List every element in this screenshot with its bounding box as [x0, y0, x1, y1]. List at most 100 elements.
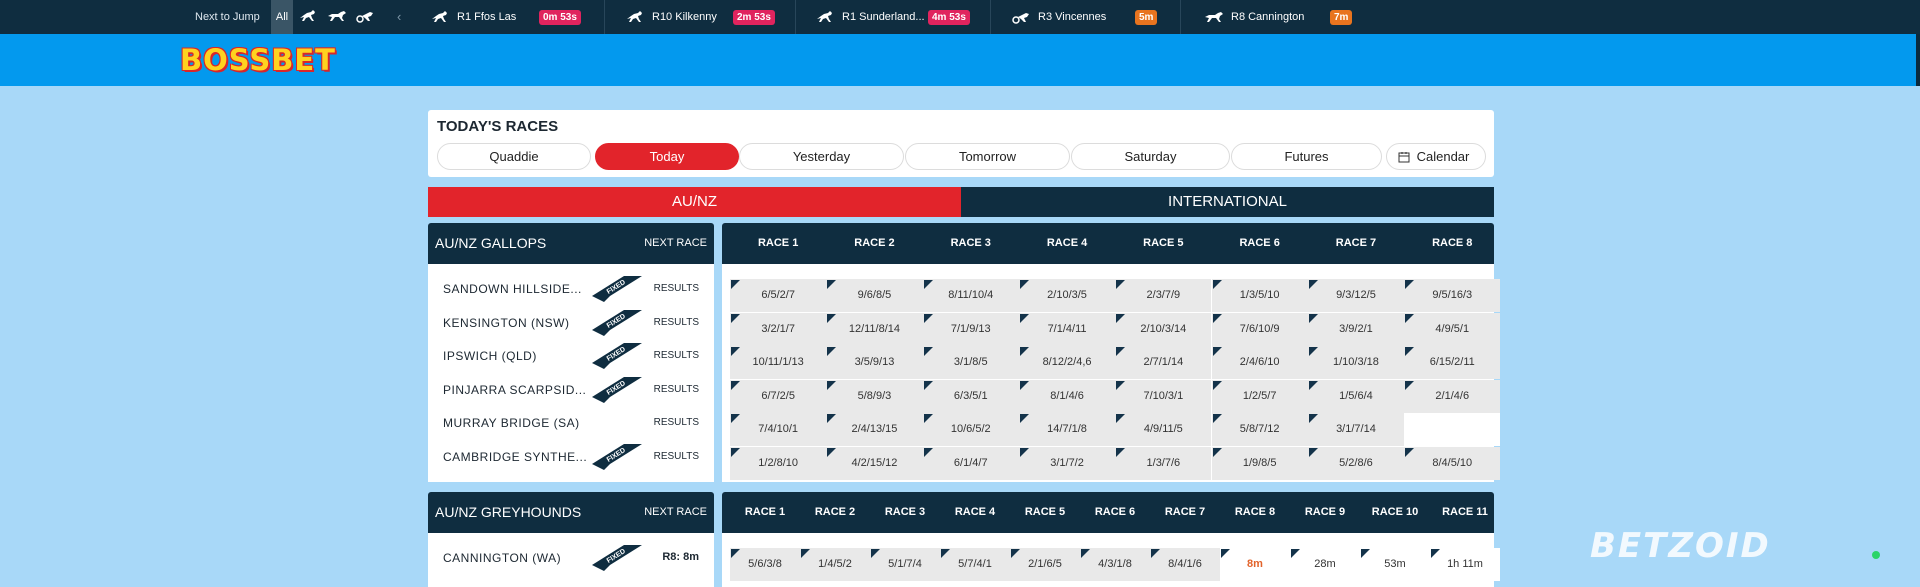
race-result-cell[interactable]: 2/10/3/5 [1018, 279, 1116, 312]
race-result-cell[interactable]: 8/4/1/6 [1150, 548, 1220, 581]
meeting-name[interactable]: KENSINGTON (NSW) [443, 316, 569, 330]
tab-aunz[interactable]: AU/NZ [428, 187, 961, 217]
race-result-cell[interactable]: 5/2/8/6 [1307, 446, 1405, 480]
race-result-cell[interactable]: 1/4/5/2 [800, 548, 870, 581]
race-result-cell[interactable]: 14/7/1/8 [1018, 413, 1116, 446]
meeting-row[interactable]: MURRAY BRIDGE (SA) RESULTS [428, 405, 713, 439]
tab-yesterday[interactable]: Yesterday [739, 143, 904, 170]
race-result-cell[interactable]: 3/1/8/5 [922, 346, 1019, 379]
meeting-name[interactable]: CAMBRIDGE SYNTHE... [443, 450, 587, 464]
race-result-cell[interactable]: 1/10/3/18 [1307, 346, 1405, 379]
meeting-name[interactable]: CANNINGTON (WA) [443, 551, 561, 565]
race-result-cell[interactable]: 7/1/9/13 [922, 312, 1019, 346]
meeting-status[interactable]: RESULTS [654, 451, 699, 462]
race-result-cell[interactable]: 2/1/4/6 [1404, 379, 1501, 413]
tab-saturday[interactable]: Saturday [1071, 143, 1230, 170]
race-result-cell[interactable]: 1/9/8/5 [1211, 446, 1308, 480]
race-result-cell[interactable]: 8/11/10/4 [922, 279, 1019, 312]
meeting-row[interactable]: IPSWICH (QLD) FIXED RESULTS [428, 338, 713, 372]
meeting-status[interactable]: R8: 8m [662, 551, 699, 563]
race-result-cell[interactable]: 5/8/7/12 [1211, 413, 1308, 446]
race-result-cell[interactable]: 9/3/12/5 [1307, 279, 1405, 312]
race-result-cell[interactable]: 3/1/7/2 [1018, 446, 1116, 480]
race-result-cell[interactable]: 7/10/3/1 [1115, 379, 1212, 413]
ntj-race-item[interactable]: R10 Kilkenny [625, 0, 717, 34]
race-result-cell[interactable]: 1/2/5/7 [1211, 379, 1308, 413]
race-result-cell[interactable]: 6/15/2/11 [1404, 346, 1501, 379]
race-result-cell[interactable]: 4/9/5/1 [1404, 312, 1501, 346]
meeting-name[interactable]: SANDOWN HILLSIDE... [443, 282, 582, 296]
race-result-cell[interactable]: 9/6/8/5 [826, 279, 923, 312]
greyhounds-filter-icon[interactable] [327, 9, 347, 23]
race-result-cell[interactable]: 3/5/9/13 [826, 346, 923, 379]
race-result-cell[interactable]: 7/6/10/9 [1211, 312, 1308, 346]
race-result-cell[interactable]: 53m [1360, 548, 1430, 581]
race-result-cell[interactable]: 8/12/2/4,6 [1018, 346, 1116, 379]
race-result-cell[interactable]: 9/5/16/3 [1404, 279, 1501, 312]
race-result-cell[interactable]: 12/11/8/14 [826, 312, 923, 346]
race-result-cell[interactable]: 2/3/7/9 [1115, 279, 1212, 312]
tab-calendar[interactable]: Calendar [1386, 143, 1486, 170]
race-result-cell[interactable]: 5/1/7/4 [870, 548, 940, 581]
race-result-cell[interactable]: 7/4/10/1 [730, 413, 827, 446]
ntj-race-item[interactable]: R3 Vincennes [1011, 0, 1106, 34]
ntj-race-item[interactable]: R1 Ffos Las [430, 0, 516, 34]
race-result-cell[interactable]: 4/9/11/5 [1115, 413, 1212, 446]
meeting-row[interactable]: CAMBRIDGE SYNTHE... FIXED RESULTS [428, 439, 713, 473]
race-result-cell[interactable]: 1/3/7/6 [1115, 446, 1212, 480]
meeting-status[interactable]: RESULTS [654, 417, 699, 428]
race-result-cell[interactable]: 5/8/9/3 [826, 379, 923, 413]
chevron-left-icon[interactable]: ‹ [397, 9, 401, 24]
meeting-name[interactable]: MURRAY BRIDGE (SA) [443, 416, 580, 430]
race-result-cell[interactable]: 10/6/5/2 [922, 413, 1019, 446]
ntj-race-item[interactable]: R8 Cannington [1204, 0, 1304, 34]
meeting-row[interactable]: KENSINGTON (NSW) FIXED RESULTS [428, 305, 713, 339]
race-result-cell[interactable]: 1/2/8/10 [730, 446, 827, 480]
race-result-cell[interactable]: 5/6/3/8 [730, 548, 800, 581]
race-result-cell[interactable]: 8/1/4/6 [1018, 379, 1116, 413]
race-result-cell[interactable]: 6/3/5/1 [922, 379, 1019, 413]
race-result-cell[interactable]: 2/4/6/10 [1211, 346, 1308, 379]
tab-today[interactable]: Today [595, 143, 739, 170]
meeting-status[interactable]: RESULTS [654, 317, 699, 328]
race-result-cell[interactable]: 2/7/1/14 [1115, 346, 1212, 379]
tab-quaddie[interactable]: Quaddie [437, 143, 591, 170]
race-result-cell[interactable]: 2/10/3/14 [1115, 312, 1212, 346]
race-result-cell[interactable]: 1h 11m [1430, 548, 1500, 581]
race-result-cell[interactable]: 4/2/15/12 [826, 446, 923, 480]
race-result-cell[interactable]: 2/4/13/15 [826, 413, 923, 446]
filter-all-button[interactable]: All [271, 0, 293, 34]
meeting-row[interactable]: SANDOWN HILLSIDE... FIXED RESULTS [428, 271, 713, 305]
gallops-filter-icon[interactable] [298, 9, 318, 23]
race-result-cell[interactable]: 8m [1220, 548, 1290, 581]
tab-futures[interactable]: Futures [1231, 143, 1382, 170]
meeting-status[interactable]: RESULTS [654, 384, 699, 395]
race-result-cell[interactable]: 3/2/1/7 [730, 312, 827, 346]
ntj-race-item[interactable]: R1 Sunderland... [815, 0, 925, 34]
tab-tomorrow[interactable]: Tomorrow [905, 143, 1070, 170]
harness-filter-icon[interactable] [355, 9, 375, 23]
race-result-cell[interactable]: 3/9/2/1 [1307, 312, 1405, 346]
meeting-row[interactable]: CANNINGTON (WA) FIXED R8: 8m [428, 540, 713, 574]
meeting-name[interactable]: IPSWICH (QLD) [443, 349, 537, 363]
tab-international[interactable]: INTERNATIONAL [961, 187, 1494, 217]
fixed-odds-badge-icon: FIXED [592, 545, 642, 571]
race-result-cell[interactable]: 7/1/4/11 [1018, 312, 1116, 346]
meeting-status[interactable]: RESULTS [654, 283, 699, 294]
meeting-name[interactable]: PINJARRA SCARPSID... [443, 383, 586, 397]
race-result-cell[interactable]: 6/7/2/5 [730, 379, 827, 413]
race-result-cell[interactable]: 4/3/1/8 [1080, 548, 1150, 581]
bossbet-logo[interactable]: BOSSBET [180, 43, 336, 77]
race-result-cell[interactable]: 8/4/5/10 [1404, 446, 1501, 480]
race-result-cell[interactable]: 2/1/6/5 [1010, 548, 1080, 581]
race-result-cell[interactable]: 3/1/7/14 [1307, 413, 1405, 446]
meeting-status[interactable]: RESULTS [654, 350, 699, 361]
race-result-cell[interactable]: 6/5/2/7 [730, 279, 827, 312]
race-result-cell[interactable]: 6/1/4/7 [922, 446, 1019, 480]
race-result-cell[interactable]: 5/7/4/1 [940, 548, 1010, 581]
meeting-row[interactable]: PINJARRA SCARPSID... FIXED RESULTS [428, 372, 713, 406]
race-result-cell[interactable]: 1/3/5/10 [1211, 279, 1308, 312]
race-result-cell[interactable]: 10/11/1/13 [730, 346, 827, 379]
race-result-cell[interactable]: 1/5/6/4 [1307, 379, 1405, 413]
race-result-cell[interactable]: 28m [1290, 548, 1360, 581]
